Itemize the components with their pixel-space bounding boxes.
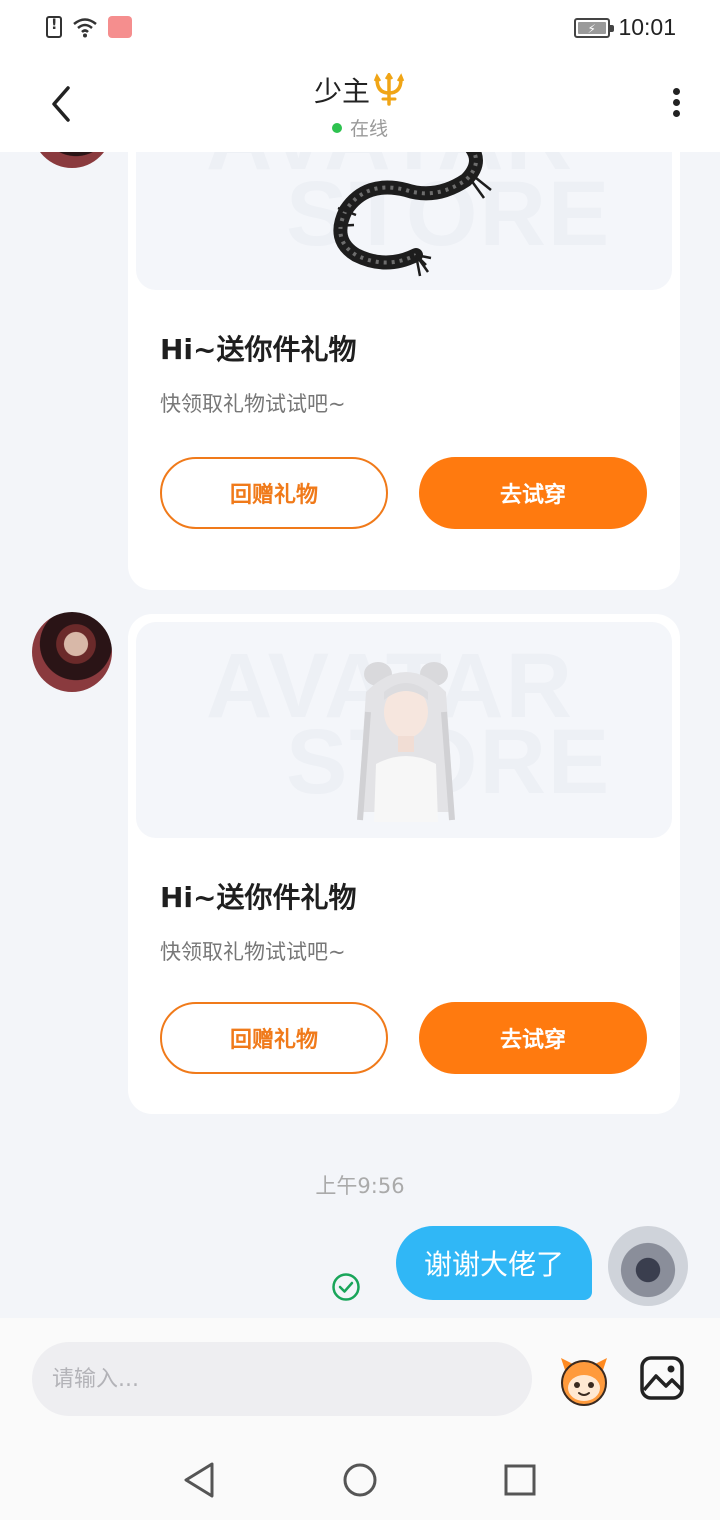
return-gift-button[interactable]: 回赠礼物 (160, 457, 388, 529)
system-nav-bar (0, 1442, 720, 1520)
online-dot (331, 123, 342, 133)
gift-description: 快领取礼物试试吧~ (160, 392, 346, 416)
sender-avatar[interactable] (32, 612, 112, 692)
more-dot (672, 99, 680, 106)
battery-charging-icon: ⚡ (574, 17, 615, 38)
gift-preview[interactable]: AVATAR STORE (136, 622, 672, 838)
online-status-label: 在线 (349, 118, 388, 140)
gift-card: AVATAR STORE Hi~送你件礼物 快领取礼物试试吧~ 回赠礼物 去试穿 (128, 152, 680, 590)
status-icons-left (46, 16, 132, 38)
wifi-icon (73, 18, 97, 38)
gift-title: Hi~送你件礼物 (160, 333, 357, 366)
chat-area[interactable]: AVATAR STORE Hi~送你件礼物 快领取礼物试试吧~ 回赠礼物 去试穿… (0, 152, 720, 1318)
more-dot (672, 110, 680, 117)
sent-message-bubble[interactable]: 谢谢大佬了 (395, 1226, 592, 1300)
gift-preview[interactable]: AVATAR STORE (136, 152, 672, 290)
emoji-button[interactable] (555, 1352, 613, 1410)
input-bar (0, 1318, 720, 1442)
read-check-icon (332, 1273, 360, 1301)
more-options-button[interactable] (662, 84, 690, 124)
white-hair-avatar-image (357, 662, 455, 822)
recents-nav-icon[interactable] (500, 1460, 540, 1500)
message-input[interactable] (32, 1342, 532, 1416)
dragon-tattoo-image (333, 152, 492, 277)
trident-icon (373, 73, 405, 106)
gift-card: AVATAR STORE Hi~送你件礼物 快领取礼物试试吧~ 回赠礼物 去试穿 (128, 614, 680, 1114)
image-picker-button[interactable] (638, 1354, 686, 1402)
status-bar: ⚡ 10:01 (0, 0, 720, 56)
try-on-button[interactable]: 去试穿 (419, 457, 647, 529)
status-time: 10:01 (618, 14, 676, 40)
try-on-button[interactable]: 去试穿 (419, 1002, 647, 1074)
status-icons-right: ⚡ 10:01 (574, 14, 676, 41)
back-nav-icon[interactable] (180, 1460, 220, 1500)
gift-description: 快领取礼物试试吧~ (160, 940, 346, 964)
sender-avatar[interactable] (32, 152, 112, 168)
emoji-mascot-icon (561, 1358, 607, 1406)
my-avatar[interactable] (608, 1226, 688, 1306)
return-gift-button[interactable]: 回赠礼物 (160, 1002, 388, 1074)
image-icon (640, 1356, 684, 1400)
online-status: 在线 (0, 114, 720, 141)
chat-header: 少主 在线 (0, 56, 720, 152)
home-nav-icon[interactable] (340, 1460, 380, 1500)
chat-title: 少主 (313, 75, 370, 108)
sim-alert-icon (46, 16, 62, 38)
message-timestamp: 上午9:56 (315, 1174, 405, 1198)
more-dot (672, 88, 680, 95)
title-block: 少主 在线 (0, 70, 720, 141)
app-notification-icon (108, 16, 132, 38)
gift-title: Hi~送你件礼物 (160, 881, 357, 914)
